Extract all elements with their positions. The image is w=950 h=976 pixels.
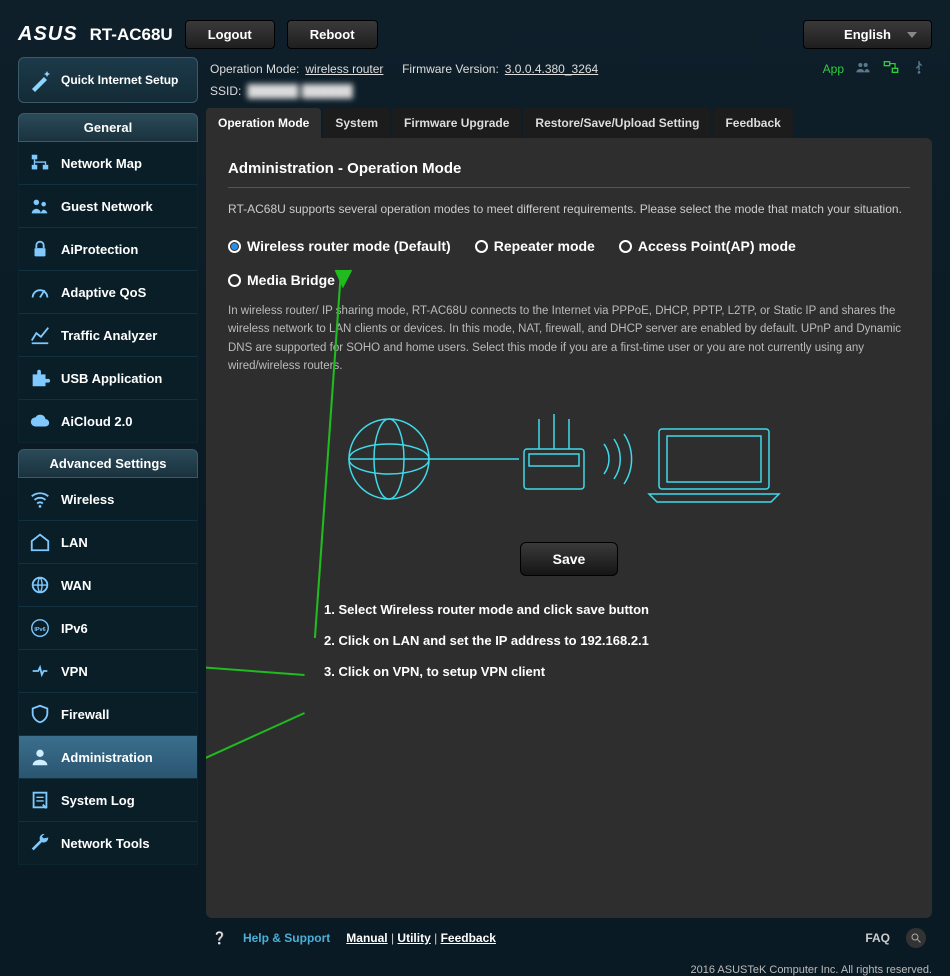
cloud-icon bbox=[29, 410, 51, 432]
help-icon: ❔ bbox=[212, 931, 227, 945]
op-mode-value[interactable]: wireless router bbox=[305, 62, 383, 76]
tab-restore-save-upload[interactable]: Restore/Save/Upload Setting bbox=[523, 108, 711, 138]
status-meta: Operation Mode: wireless router Firmware… bbox=[206, 57, 932, 82]
log-icon bbox=[29, 789, 51, 811]
sidebar-item-guest-network[interactable]: Guest Network bbox=[19, 184, 197, 227]
sidebar-item-ipv6[interactable]: IPv6 IPv6 bbox=[19, 606, 197, 649]
gauge-icon bbox=[29, 281, 51, 303]
content-panel: Administration - Operation Mode RT-AC68U… bbox=[206, 138, 932, 918]
vpn-icon bbox=[29, 660, 51, 682]
puzzle-icon bbox=[29, 367, 51, 389]
footer: ❔ Help & Support Manual | Utility | Feed… bbox=[206, 918, 932, 958]
quick-internet-setup[interactable]: Quick Internet Setup bbox=[18, 57, 198, 103]
tab-feedback[interactable]: Feedback bbox=[713, 108, 792, 138]
tutorial-annotations: 1. Select Wireless router mode and click… bbox=[228, 602, 910, 679]
language-dropdown[interactable]: English bbox=[803, 20, 932, 49]
mode-diagram bbox=[228, 394, 910, 524]
utility-link[interactable]: Utility bbox=[397, 931, 430, 945]
chart-icon bbox=[29, 324, 51, 346]
sidebar-item-usb-application[interactable]: USB Application bbox=[19, 356, 197, 399]
logout-button[interactable]: Logout bbox=[185, 20, 275, 49]
tab-operation-mode[interactable]: Operation Mode bbox=[206, 108, 321, 138]
admin-icon bbox=[29, 746, 51, 768]
sidebar-item-lan[interactable]: LAN bbox=[19, 520, 197, 563]
copyright: 2016 ASUSTeK Computer Inc. All rights re… bbox=[0, 958, 950, 976]
reboot-button[interactable]: Reboot bbox=[287, 20, 378, 49]
sidebar-item-system-log[interactable]: System Log bbox=[19, 778, 197, 821]
tab-system[interactable]: System bbox=[323, 108, 390, 138]
guest-network-icon bbox=[29, 195, 51, 217]
admin-tabs: Operation Mode System Firmware Upgrade R… bbox=[206, 108, 932, 138]
sidebar-item-traffic-analyzer[interactable]: Traffic Analyzer bbox=[19, 313, 197, 356]
section-advanced: Advanced Settings bbox=[18, 449, 198, 478]
mode-description: In wireless router/ IP sharing mode, RT-… bbox=[228, 302, 910, 376]
model-name: RT-AC68U bbox=[90, 25, 173, 45]
nav-advanced: Wireless LAN WAN IPv6 IPv6 VPN bbox=[18, 478, 198, 865]
radio-ap-mode[interactable]: Access Point(AP) mode bbox=[619, 238, 796, 254]
radio-wireless-router-mode[interactable]: Wireless router mode (Default) bbox=[228, 238, 451, 254]
network-map-icon bbox=[29, 152, 51, 174]
home-icon bbox=[29, 531, 51, 553]
fw-version[interactable]: 3.0.0.4.380_3264 bbox=[505, 62, 598, 76]
ssid-value: ██████ ██████ bbox=[247, 84, 352, 98]
ipv6-icon: IPv6 bbox=[29, 617, 51, 639]
save-button[interactable]: Save bbox=[520, 542, 619, 576]
sidebar-item-wireless[interactable]: Wireless bbox=[19, 478, 197, 520]
users-icon[interactable] bbox=[854, 59, 872, 78]
help-support-link[interactable]: Help & Support bbox=[243, 931, 330, 945]
tab-firmware-upgrade[interactable]: Firmware Upgrade bbox=[392, 108, 521, 138]
sidebar-item-network-tools[interactable]: Network Tools bbox=[19, 821, 197, 864]
sidebar-item-network-map[interactable]: Network Map bbox=[19, 142, 197, 184]
sidebar-item-administration[interactable]: Administration bbox=[19, 735, 197, 778]
page-title: Administration - Operation Mode bbox=[228, 160, 910, 188]
radio-media-bridge[interactable]: Media Bridge bbox=[228, 272, 335, 288]
sidebar-item-aicloud[interactable]: AiCloud 2.0 bbox=[19, 399, 197, 442]
nav-general: Network Map Guest Network AiProtection A… bbox=[18, 142, 198, 443]
usb-status-icon[interactable] bbox=[910, 59, 928, 78]
section-general: General bbox=[18, 113, 198, 142]
net-status-icon[interactable] bbox=[882, 59, 900, 78]
sidebar-item-wan[interactable]: WAN bbox=[19, 563, 197, 606]
svg-text:IPv6: IPv6 bbox=[34, 627, 45, 633]
wifi-icon bbox=[29, 488, 51, 510]
sidebar-item-vpn[interactable]: VPN bbox=[19, 649, 197, 692]
radio-repeater-mode[interactable]: Repeater mode bbox=[475, 238, 595, 254]
sidebar-item-adaptive-qos[interactable]: Adaptive QoS bbox=[19, 270, 197, 313]
feedback-link[interactable]: Feedback bbox=[441, 931, 496, 945]
app-link[interactable]: App bbox=[823, 62, 844, 76]
wand-icon bbox=[29, 68, 53, 92]
faq-search-button[interactable] bbox=[906, 928, 926, 948]
lock-icon bbox=[29, 238, 51, 260]
wrench-icon bbox=[29, 832, 51, 854]
globe-icon bbox=[29, 574, 51, 596]
brand-logo: ASUS bbox=[18, 23, 78, 46]
sidebar-item-firewall[interactable]: Firewall bbox=[19, 692, 197, 735]
manual-link[interactable]: Manual bbox=[346, 931, 387, 945]
sidebar-item-aiprotection[interactable]: AiProtection bbox=[19, 227, 197, 270]
page-description: RT-AC68U supports several operation mode… bbox=[228, 202, 910, 216]
shield-icon bbox=[29, 703, 51, 725]
faq-label: FAQ bbox=[865, 931, 890, 945]
